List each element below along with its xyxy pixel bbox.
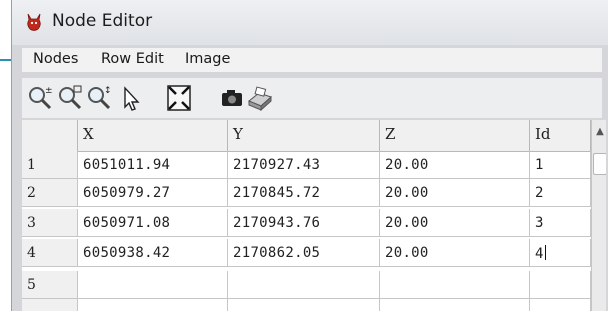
cell-y: [228, 299, 380, 311]
cell-z[interactable]: 20.00: [380, 209, 530, 236]
svg-text:↕: ↕: [104, 86, 112, 96]
cell-z: [380, 299, 530, 311]
cell-id[interactable]: 1: [530, 151, 591, 178]
node-editor-window: Node Editor Nodes Row Edit Image ± ↕ X Y…: [11, 0, 608, 311]
cell-x[interactable]: 6050979.27: [78, 179, 228, 206]
menu-nodes[interactable]: Nodes: [33, 51, 78, 67]
corner-header[interactable]: [22, 120, 78, 151]
zoom-out-icon[interactable]: [56, 83, 84, 113]
text-caret: [544, 245, 546, 260]
pointer-icon[interactable]: [117, 83, 145, 113]
vertical-scrollbar[interactable]: ▲: [591, 120, 606, 311]
table-row-partial: [22, 299, 592, 311]
column-header-z[interactable]: Z: [380, 120, 530, 151]
table-row[interactable]: 3 6050971.08 2170943.76 20.00 3: [22, 209, 592, 237]
zoom-extent-icon[interactable]: [165, 83, 193, 113]
menu-bar: Nodes Row Edit Image: [22, 48, 602, 72]
cell-y[interactable]: 2170862.05: [228, 239, 380, 266]
table-row[interactable]: 4 6050938.42 2170862.05 20.00 4: [22, 239, 592, 267]
cell-y[interactable]: [228, 271, 380, 298]
camera-icon[interactable]: [218, 83, 246, 113]
cell-y[interactable]: 2170927.43: [228, 151, 380, 178]
cell-id: [530, 299, 591, 311]
cell-x[interactable]: 6050971.08: [78, 209, 228, 236]
cell-x: [78, 299, 228, 311]
print-icon[interactable]: [246, 83, 274, 113]
row-number[interactable]: 5: [22, 271, 78, 298]
cell-z[interactable]: 20.00: [380, 239, 530, 266]
cell-z[interactable]: 20.00: [380, 179, 530, 206]
column-header-id[interactable]: Id: [530, 120, 591, 151]
row-number[interactable]: 2: [22, 179, 78, 206]
cell-id[interactable]: 3: [530, 209, 591, 236]
cell-id-value: 4: [535, 246, 544, 262]
row-number[interactable]: 1: [22, 151, 78, 178]
devil-icon: [27, 13, 41, 31]
column-header-y[interactable]: Y: [228, 120, 380, 151]
cell-z[interactable]: 20.00: [380, 151, 530, 178]
window-title: Node Editor: [52, 11, 153, 31]
cell-x[interactable]: [78, 271, 228, 298]
table-row[interactable]: 2 6050979.27 2170845.72 20.00 2: [22, 179, 592, 207]
table-row[interactable]: 5: [22, 271, 592, 299]
cell-z[interactable]: [380, 271, 530, 298]
row-number[interactable]: 3: [22, 209, 78, 236]
table-row[interactable]: 1 6051011.94 2170927.43 20.00 1: [22, 151, 592, 179]
cell-x[interactable]: 6051011.94: [78, 151, 228, 178]
cell-id[interactable]: [530, 271, 591, 298]
zoom-pan-icon[interactable]: ↕: [85, 83, 113, 113]
row-number[interactable]: 4: [22, 239, 78, 266]
cell-id[interactable]: 2: [530, 179, 591, 206]
scroll-thumb[interactable]: [593, 153, 606, 175]
title-bar[interactable]: Node Editor: [12, 0, 608, 45]
svg-text:±: ±: [45, 86, 53, 96]
menu-image[interactable]: Image: [185, 51, 230, 67]
column-header-x[interactable]: X: [78, 120, 228, 151]
row-number: [22, 299, 78, 311]
cell-id-editing[interactable]: 4: [530, 239, 591, 266]
menu-row-edit[interactable]: Row Edit: [101, 51, 164, 67]
toolbar: ± ↕: [22, 78, 602, 118]
node-table: X Y Z Id 1 6051011.94 2170927.43 20.00 1…: [22, 120, 606, 311]
zoom-in-icon[interactable]: ±: [26, 83, 54, 113]
cell-x[interactable]: 6050938.42: [78, 239, 228, 266]
table-header: X Y Z Id: [22, 120, 606, 152]
background-area: [0, 0, 11, 311]
cell-y[interactable]: 2170943.76: [228, 209, 380, 236]
scroll-up-arrow-icon[interactable]: ▲: [592, 124, 606, 140]
cell-y[interactable]: 2170845.72: [228, 179, 380, 206]
